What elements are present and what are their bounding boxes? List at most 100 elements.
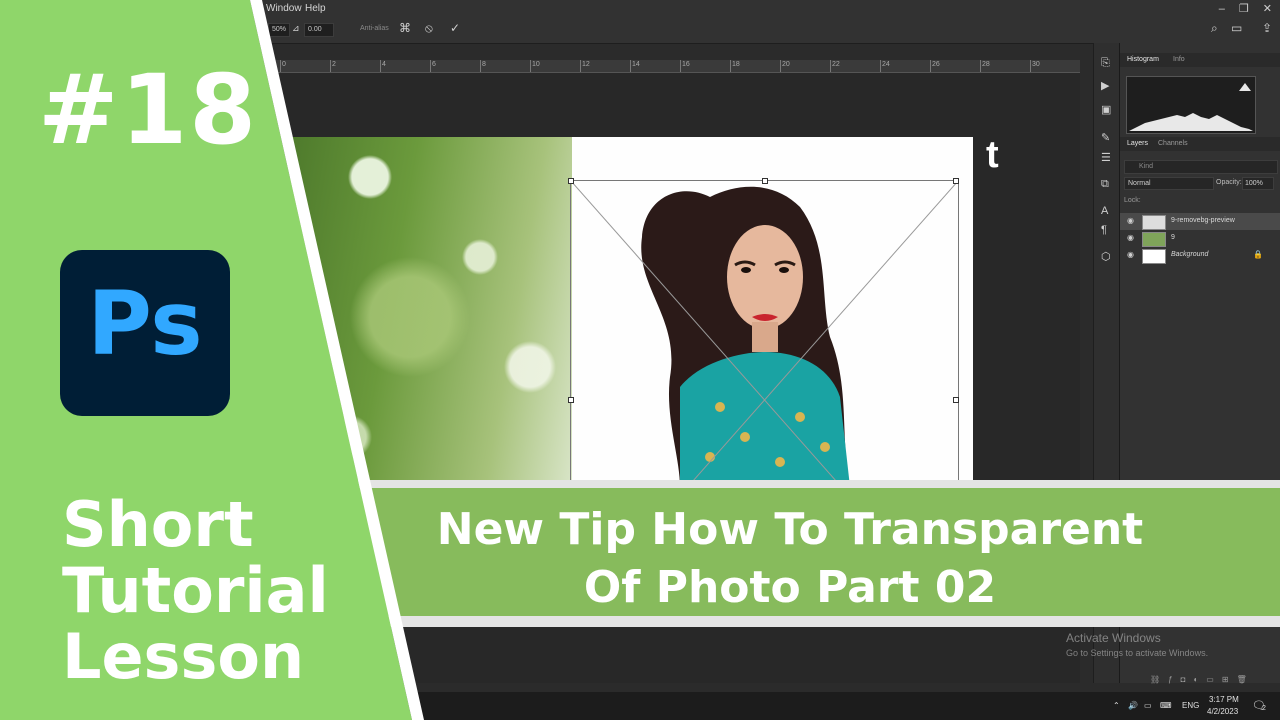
warp-icon[interactable]: ⌘	[399, 21, 411, 35]
transform-handle-ml[interactable]	[568, 397, 574, 403]
fx-icon[interactable]: ƒ	[1168, 675, 1180, 684]
ruler-tick	[730, 60, 731, 72]
eye-icon[interactable]: ◉	[1127, 216, 1134, 225]
search-icon[interactable]: ⌕	[1211, 21, 1218, 36]
libraries-icon[interactable]: ⧉	[1101, 178, 1109, 191]
antialias-checkbox[interactable]: Anti-alias	[360, 25, 389, 32]
ruler-label: 20	[782, 61, 790, 68]
menu-bar: Window Help –❐✕	[0, 0, 1280, 17]
layer-thumbnail	[1142, 249, 1166, 264]
ruler-label: 12	[582, 61, 590, 68]
tab-info[interactable]: Info	[1173, 56, 1185, 63]
blend-mode-select[interactable]: Normal	[1124, 177, 1214, 190]
warning-icon	[1239, 83, 1251, 91]
eye-icon[interactable]: ◉	[1127, 233, 1134, 242]
folder-icon[interactable]: ▭	[1206, 675, 1222, 684]
opacity-field[interactable]: 100%	[1242, 177, 1274, 190]
ruler-tick	[580, 60, 581, 72]
character-icon[interactable]: A	[1101, 205, 1108, 217]
network-icon[interactable]: ▭	[1144, 701, 1152, 710]
ruler-label: 14	[632, 61, 640, 68]
angle-field[interactable]: 0.00	[304, 23, 334, 37]
layer-row[interactable]: ◉ 9-removebg-preview	[1120, 213, 1280, 230]
layers-tabs: Layers Channels	[1120, 137, 1280, 151]
language-indicator[interactable]: ENG	[1182, 701, 1199, 710]
keyboard-icon[interactable]: ⌨	[1160, 701, 1172, 710]
adjustment-icon[interactable]: ◐	[1193, 675, 1206, 684]
tray-chevron-icon[interactable]: ⌃	[1113, 701, 1120, 710]
share-icon[interactable]: ⇪	[1262, 21, 1272, 35]
ruler-tick	[430, 60, 431, 72]
cancel-icon[interactable]: ⦸	[425, 21, 433, 36]
ruler-tick	[530, 60, 531, 72]
ruler-label: 6	[432, 61, 436, 68]
zoom-field[interactable]: 50%	[268, 23, 291, 37]
link-icon[interactable]: ⛓	[1150, 675, 1168, 684]
opacity-label: Opacity:	[1216, 179, 1242, 186]
clock-date[interactable]: 4/2/2023	[1207, 707, 1238, 716]
paragraph-icon[interactable]: ¶	[1101, 224, 1107, 236]
brush-settings-icon[interactable]: ✎	[1101, 131, 1110, 144]
horizontal-ruler: 0 2 4 6 8 10 12 14 16 18 20 22 24 26 28 30	[270, 60, 1080, 73]
window-controls: –❐✕	[1219, 2, 1272, 15]
menu-window[interactable]: Window	[266, 3, 302, 14]
transform-handle-tr[interactable]	[953, 178, 959, 184]
speaker-icon[interactable]: 🔊	[1128, 701, 1138, 710]
ruler-label: 28	[982, 61, 990, 68]
angle-icon: ⊿	[292, 23, 300, 33]
history-icon[interactable]: ⎘	[1101, 57, 1110, 70]
banner-line-2: Of Photo Part 02	[583, 562, 997, 613]
tab-histogram[interactable]: Histogram	[1127, 56, 1159, 63]
histogram-curve	[1129, 83, 1253, 131]
menu-help[interactable]: Help	[305, 3, 326, 14]
tab-layers[interactable]: Layers	[1127, 140, 1148, 147]
actions-play-icon[interactable]: ▶	[1101, 79, 1109, 92]
properties-icon[interactable]: ▣	[1101, 103, 1111, 116]
ruler-tick	[330, 60, 331, 72]
layer-filter-bar[interactable]: Kind	[1124, 160, 1278, 174]
commit-icon[interactable]: ✓	[450, 21, 460, 35]
layer-name: 9	[1171, 234, 1175, 241]
ruler-label: 10	[532, 61, 540, 68]
layer-name: 9-removebg-preview	[1171, 217, 1235, 224]
title-banner: New Tip How To Transparent Of Photo Part…	[0, 488, 1280, 616]
activate-subtitle: Go to Settings to activate Windows.	[1066, 648, 1209, 658]
histogram-tabs: Histogram Info	[1120, 53, 1280, 67]
ruler-label: 0	[282, 61, 286, 68]
ruler-label: 2	[332, 61, 336, 68]
clock-time[interactable]: 3:17 PM	[1209, 695, 1239, 704]
document-overlay-letter: t	[986, 134, 999, 176]
tab-channels[interactable]: Channels	[1158, 140, 1188, 147]
ruler-tick	[780, 60, 781, 72]
mask-icon[interactable]: ◘	[1181, 675, 1194, 684]
ruler-tick	[630, 60, 631, 72]
ruler-label: 18	[732, 61, 740, 68]
transform-handle-tc[interactable]	[762, 178, 768, 184]
3d-icon[interactable]: ⬡	[1101, 250, 1111, 263]
layer-row[interactable]: ◉ 9	[1120, 230, 1280, 247]
layer-row[interactable]: ◉ Background 🔒	[1120, 247, 1280, 264]
workspace-icon[interactable]: ▭	[1231, 21, 1242, 35]
new-layer-icon[interactable]: ⊞	[1222, 675, 1237, 684]
eye-icon[interactable]: ◉	[1127, 250, 1134, 259]
transform-handle-mr[interactable]	[953, 397, 959, 403]
transform-handle-tl[interactable]	[568, 178, 574, 184]
restore-icon[interactable]: ❐	[1239, 3, 1263, 15]
activate-windows-watermark: Activate Windows Go to Settings to activ…	[1066, 631, 1208, 658]
ruler-tick	[980, 60, 981, 72]
adjustments-icon[interactable]: ☰	[1101, 151, 1111, 164]
notification-count: 2	[1262, 705, 1266, 712]
ruler-tick	[880, 60, 881, 72]
close-icon[interactable]: ✕	[1263, 3, 1272, 15]
ruler-label: 24	[882, 61, 890, 68]
lock-icon: 🔒	[1253, 250, 1263, 259]
ruler-label: 30	[1032, 61, 1040, 68]
trash-icon[interactable]: 🗑	[1237, 675, 1255, 684]
ruler-tick	[1030, 60, 1031, 72]
banner-line-1: New Tip How To Transparent	[436, 504, 1144, 555]
ruler-label: 16	[682, 61, 690, 68]
layer-name: Background	[1171, 251, 1209, 258]
ruler-label: 22	[832, 61, 840, 68]
ruler-tick	[280, 60, 281, 72]
minimize-icon[interactable]: –	[1219, 3, 1239, 15]
